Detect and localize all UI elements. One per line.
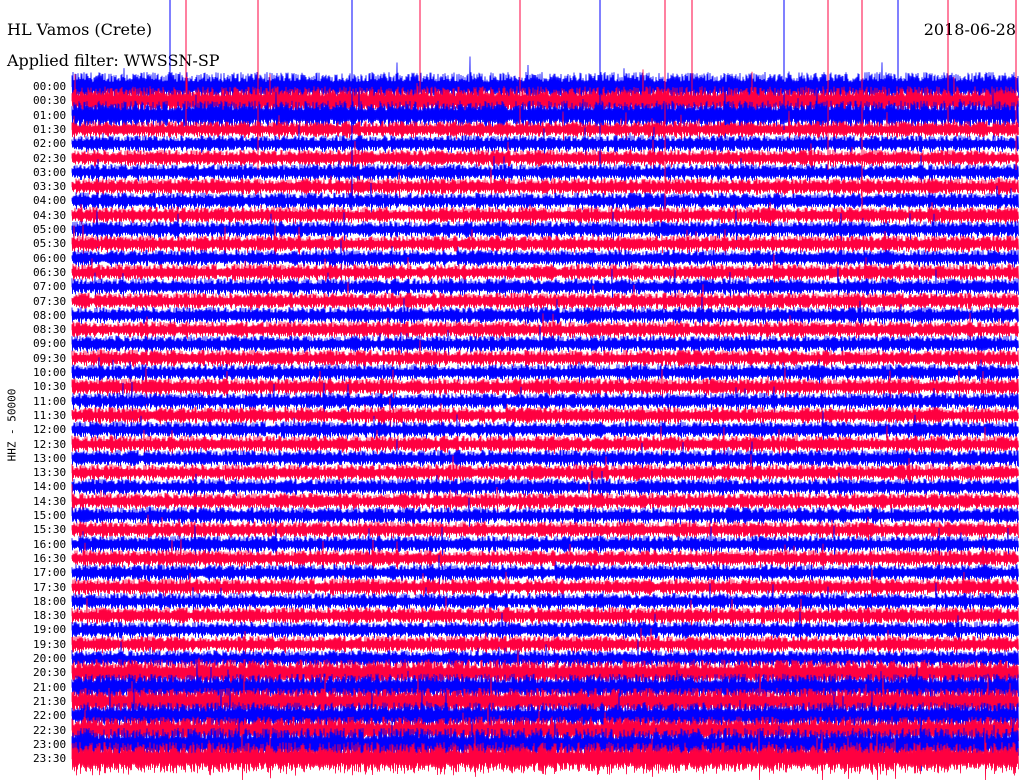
time-label-2030: 20:30 — [33, 666, 67, 680]
channel-axis-label: HHZ - 50000 — [5, 388, 19, 462]
time-label-0100: 01:00 — [33, 108, 67, 122]
time-label-1030: 10:30 — [33, 380, 67, 394]
time-label-2100: 21:00 — [33, 680, 67, 694]
time-label-0530: 05:30 — [33, 237, 67, 251]
time-label-1130: 11:30 — [33, 408, 67, 422]
time-label-0930: 09:30 — [33, 351, 67, 365]
time-label-2300: 23:00 — [33, 737, 67, 751]
time-label-0300: 03:00 — [33, 165, 67, 179]
time-label-0900: 09:00 — [33, 337, 67, 351]
time-label-0500: 05:00 — [33, 223, 67, 236]
time-label-0830: 08:30 — [33, 323, 67, 337]
time-label-1730: 17:30 — [33, 580, 67, 594]
time-label-0030: 00:30 — [33, 94, 67, 108]
time-label-1500: 15:00 — [33, 509, 67, 522]
time-label-1100: 11:00 — [33, 394, 67, 408]
time-label-0630: 06:30 — [33, 265, 67, 279]
time-label-0230: 02:30 — [33, 151, 67, 165]
time-label-0400: 04:00 — [33, 194, 67, 208]
time-label-1000: 10:00 — [33, 366, 67, 379]
time-label-1200: 12:00 — [33, 423, 67, 437]
helicorder-plot — [71, 0, 1019, 780]
time-label-2200: 22:00 — [33, 709, 67, 723]
time-label-1800: 18:00 — [33, 594, 67, 608]
time-label-2000: 20:00 — [33, 652, 67, 665]
time-label-0730: 07:30 — [33, 294, 67, 308]
time-label-1630: 16:30 — [33, 551, 67, 565]
time-label-0000: 00:00 — [33, 80, 67, 93]
time-label-2130: 21:30 — [33, 694, 67, 708]
time-label-0130: 01:30 — [33, 122, 67, 136]
time-label-1600: 16:00 — [33, 537, 67, 551]
time-label-1530: 15:30 — [33, 523, 67, 537]
time-label-1900: 19:00 — [33, 623, 67, 637]
time-label-0200: 02:00 — [33, 137, 67, 151]
time-label-1330: 13:30 — [33, 466, 67, 480]
time-label-0600: 06:00 — [33, 251, 67, 265]
time-label-1830: 18:30 — [33, 609, 67, 623]
time-label-0800: 08:00 — [33, 308, 67, 322]
time-label-0430: 04:30 — [33, 208, 67, 222]
time-label-1430: 14:30 — [33, 494, 67, 508]
time-label-0700: 07:00 — [33, 280, 67, 294]
time-label-1700: 17:00 — [33, 566, 67, 580]
time-label-2330: 23:30 — [33, 752, 67, 766]
time-label-1300: 13:00 — [33, 451, 67, 465]
time-label-2230: 22:30 — [33, 723, 67, 737]
time-label-1930: 19:30 — [33, 637, 67, 651]
time-label-1400: 14:00 — [33, 480, 67, 494]
time-label-1230: 12:30 — [33, 437, 67, 451]
time-label-0330: 03:30 — [33, 180, 67, 194]
